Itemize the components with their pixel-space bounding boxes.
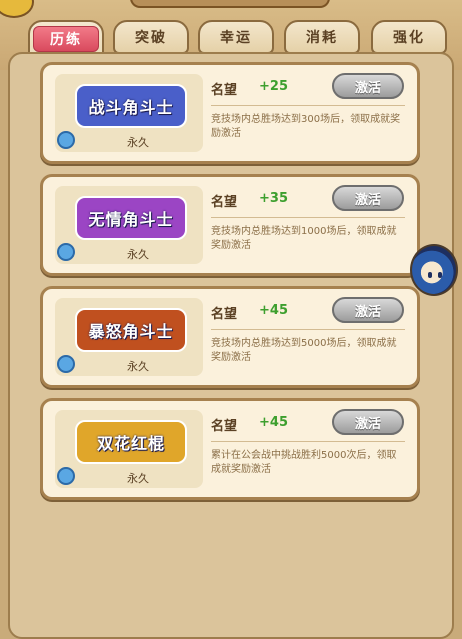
achievement-card: 双花红棍 永久 名望 +45 激活 累计在公会战中挑战胜利5000次后，领取成就…	[40, 398, 420, 500]
tab-label: 突破	[135, 30, 167, 46]
divider	[211, 441, 405, 442]
tab-1[interactable]: 突破	[113, 20, 189, 54]
activate-label: 激活	[354, 416, 381, 432]
badge-area: 双花红棍 永久	[55, 410, 203, 488]
title-bar-fragment	[130, 0, 330, 8]
title-badge: 无情角斗士	[75, 196, 187, 240]
reputation-label: 名望	[211, 83, 238, 98]
clock-icon	[57, 467, 75, 485]
character-avatar-icon[interactable]	[410, 244, 458, 296]
reputation-value: +35	[259, 191, 288, 206]
badge-area: 无情角斗士 永久	[55, 186, 203, 264]
tab-label: 消耗	[306, 30, 338, 46]
reputation-value: +45	[259, 415, 288, 430]
title-badge: 暴怒角斗士	[75, 308, 187, 352]
duration-row: 永久	[55, 466, 203, 488]
title-badge: 战斗角斗士	[75, 84, 187, 128]
activate-label: 激活	[354, 192, 381, 208]
reputation-label: 名望	[211, 419, 238, 434]
divider	[211, 105, 405, 106]
reputation-label: 名望	[211, 195, 238, 210]
duration-text: 永久	[127, 360, 149, 373]
divider	[211, 217, 405, 218]
clock-icon	[57, 131, 75, 149]
activate-label: 激活	[354, 304, 381, 320]
duration-text: 永久	[127, 248, 149, 261]
activate-label: 激活	[354, 80, 381, 96]
reputation-label: 名望	[211, 307, 238, 322]
badge-text: 战斗角斗士	[88, 98, 174, 117]
achievement-card: 战斗角斗士 永久 名望 +25 激活 竞技场内总胜场达到300场后，领取成就奖励…	[40, 62, 420, 164]
duration-text: 永久	[127, 472, 149, 485]
clock-icon	[57, 243, 75, 261]
tab-label: 历练	[33, 26, 99, 52]
activate-button[interactable]: 激活	[332, 409, 404, 435]
badge-text: 无情角斗士	[88, 210, 174, 229]
tab-label: 强化	[393, 30, 425, 46]
badge-text: 双花红棍	[96, 434, 165, 453]
activate-button[interactable]: 激活	[332, 185, 404, 211]
duration-row: 永久	[55, 130, 203, 152]
avatar-eye	[428, 272, 432, 278]
title-badge: 双花红棍	[75, 420, 187, 464]
badge-text: 暴怒角斗士	[88, 322, 174, 341]
activate-button[interactable]: 激活	[332, 297, 404, 323]
clock-icon	[57, 355, 75, 373]
avatar-eye	[438, 272, 442, 278]
divider	[211, 329, 405, 330]
achievement-description: 竞技场内总胜场达到1000场后，领取成就奖励激活	[211, 226, 397, 251]
activate-button[interactable]: 激活	[332, 73, 404, 99]
badge-area: 暴怒角斗士 永久	[55, 298, 203, 376]
tab-label: 幸运	[220, 30, 252, 46]
duration-row: 永久	[55, 354, 203, 376]
achievement-description: 竞技场内总胜场达到300场后，领取成就奖励激活	[211, 114, 401, 139]
badge-area: 战斗角斗士 永久	[55, 74, 203, 152]
tab-2[interactable]: 幸运	[198, 20, 274, 54]
achievement-description: 累计在公会战中挑战胜利5000次后，领取成就奖励激活	[211, 450, 397, 475]
achievement-card: 暴怒角斗士 永久 名望 +45 激活 竞技场内总胜场达到5000场后，领取成就奖…	[40, 286, 420, 388]
achievement-card: 无情角斗士 永久 名望 +35 激活 竞技场内总胜场达到1000场后，领取成就奖…	[40, 174, 420, 276]
reputation-value: +45	[259, 303, 288, 318]
duration-text: 永久	[127, 136, 149, 149]
achievement-description: 竞技场内总胜场达到5000场后，领取成就奖励激活	[211, 338, 397, 363]
duration-row: 永久	[55, 242, 203, 264]
tab-4[interactable]: 强化	[371, 20, 447, 54]
reputation-value: +25	[259, 79, 288, 94]
tab-3[interactable]: 消耗	[284, 20, 360, 54]
